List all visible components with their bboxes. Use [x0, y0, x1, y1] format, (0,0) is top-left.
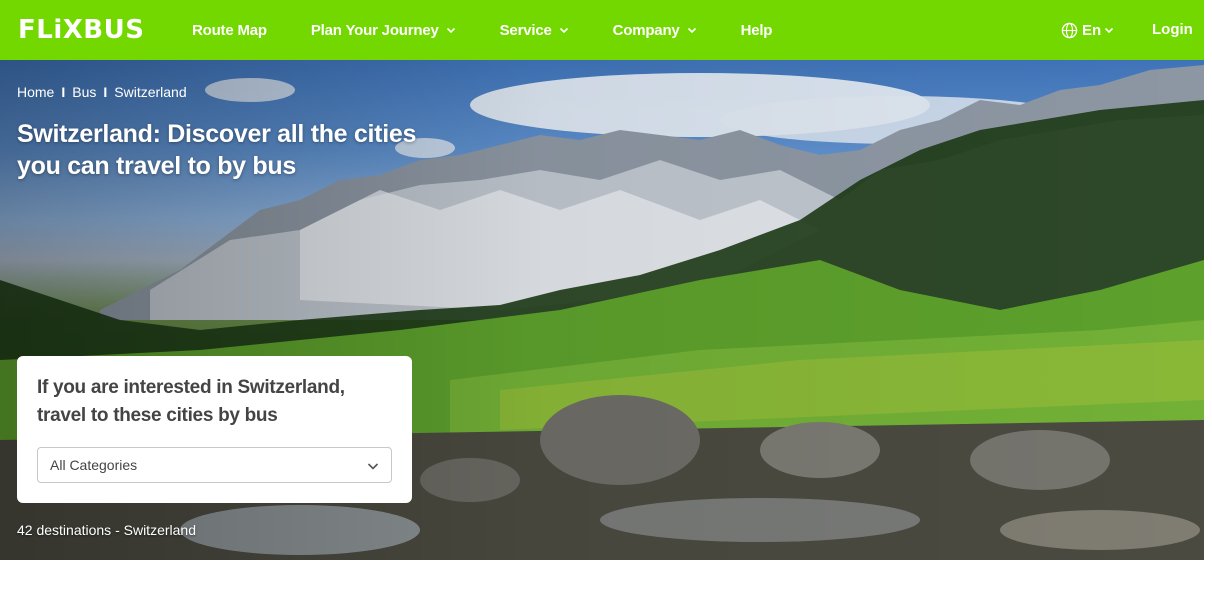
chevron-down-icon: [559, 27, 568, 34]
category-select[interactable]: All Categories: [37, 447, 392, 483]
language-selector[interactable]: En: [1061, 0, 1114, 60]
nav-service[interactable]: Service: [500, 22, 569, 39]
card-title: If you are interested in Switzerland, tr…: [37, 377, 345, 426]
nav-route-map[interactable]: Route Map: [192, 22, 267, 39]
destinations-count: 42 destinations - Switzerland: [17, 522, 196, 538]
nav-company-label: Company: [612, 21, 680, 39]
nav-company[interactable]: Company: [613, 22, 697, 39]
login-label: Login: [1152, 20, 1193, 38]
breadcrumb-switzerland[interactable]: Switzerland: [114, 84, 186, 100]
chevron-down-icon: [367, 463, 379, 470]
nav-help-label: Help: [740, 21, 773, 39]
breadcrumb: Home I Bus I Switzerland: [17, 84, 187, 100]
language-label: En: [1082, 21, 1102, 39]
breadcrumb-home[interactable]: Home: [17, 84, 54, 100]
top-nav-bar: FLiXBUS Route Map Plan Your Journey Serv…: [0, 0, 1204, 60]
breadcrumb-separator: I: [61, 84, 66, 100]
chevron-down-icon: [687, 27, 696, 34]
nav-help[interactable]: Help: [741, 22, 773, 39]
page-title: Switzerland: Discover all the cities you…: [17, 120, 417, 180]
nav-route-map-label: Route Map: [192, 21, 267, 39]
chevron-down-icon: [1105, 27, 1114, 34]
nav-plan-your-journey-label: Plan Your Journey: [310, 21, 439, 39]
category-filter-card: If you are interested in Switzerland, tr…: [17, 356, 412, 503]
main-nav: Route Map Plan Your Journey Service Comp…: [192, 0, 816, 60]
breadcrumb-bus[interactable]: Bus: [72, 84, 96, 100]
login-link[interactable]: Login: [1152, 0, 1193, 58]
globe-icon: [1061, 22, 1078, 38]
nav-plan-your-journey[interactable]: Plan Your Journey: [311, 22, 456, 39]
chevron-down-icon: [446, 27, 455, 34]
nav-service-label: Service: [499, 21, 552, 39]
hero-banner: Home I Bus I Switzerland Switzerland: Di…: [0, 60, 1204, 560]
category-select-value: All Categories: [50, 457, 138, 473]
flixbus-logo[interactable]: FLiXBUS: [18, 14, 144, 46]
breadcrumb-separator: I: [103, 84, 108, 100]
